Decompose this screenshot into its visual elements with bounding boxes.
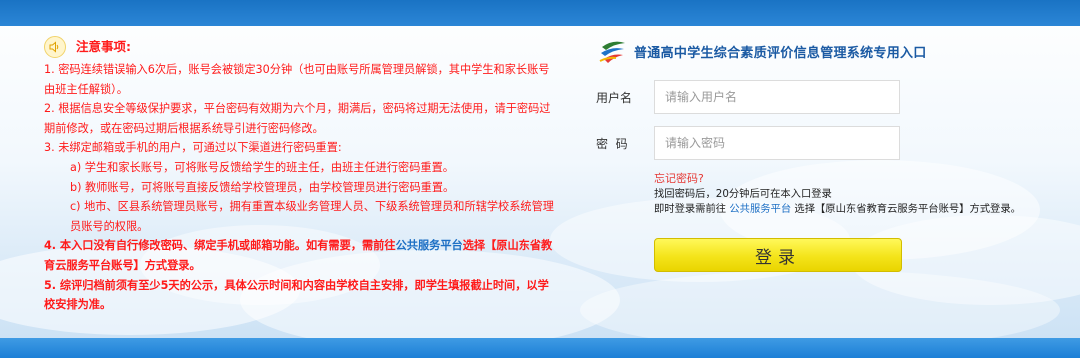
notice-item-5: 5. 综评归档前须有至少5天的公示，具体公示时间和内容由学校自主安排，即学生填报… — [44, 278, 549, 312]
instant-login-tip-post: 选择【原山东省教育云服务平台账号】方式登录。 — [794, 203, 1021, 215]
notice-item-3b: b) 教师账号，可将账号直接反馈给学校管理员，由学校管理员进行密码重置。 — [70, 180, 455, 194]
logo-icon — [599, 41, 625, 63]
login-panel: 普通高中学生综合素质评价信息管理系统专用入口 用户名 密 码 忘记密码? 找回密… — [596, 36, 1066, 272]
instant-login-tip: 即时登录需前往 公共服务平台 选择【原山东省教育云服务平台账号】方式登录。 — [654, 200, 1021, 215]
tip-public-service-link[interactable]: 公共服务平台 — [729, 203, 791, 215]
password-row: 密 码 — [596, 126, 900, 160]
notice-item-3c: c) 地市、区县系统管理员账号，拥有重置本级业务管理人员、下级系统管理员和所辖学… — [70, 200, 554, 233]
notice-item-4-pre: 4. 本入口没有自行修改密码、绑定手机或邮箱功能。如有需要，需前往 — [44, 239, 396, 253]
login-button[interactable]: 登录 — [654, 238, 902, 272]
notice-panel: 注意事项: 1. 密码连续错误输入6次后，账号会被锁定30分钟（也可由账号所属管… — [44, 36, 556, 315]
notice-item-1: 1. 密码连续错误输入6次后，账号会被锁定30分钟（也可由账号所属管理员解锁，其… — [44, 63, 550, 96]
username-row: 用户名 — [596, 80, 900, 114]
system-title: 普通高中学生综合素质评价信息管理系统专用入口 — [634, 45, 927, 61]
speaker-icon — [44, 36, 66, 58]
instant-login-tip-pre: 即时登录需前往 — [654, 203, 727, 215]
top-bar — [0, 0, 1080, 26]
username-label: 用户名 — [596, 90, 633, 105]
notice-item-3: 3. 未绑定邮箱或手机的用户，可通过以下渠道进行密码重置: — [44, 141, 342, 155]
brand-header: 普通高中学生综合素质评价信息管理系统专用入口 — [598, 36, 1066, 66]
bottom-bar — [0, 338, 1080, 358]
notice-item-3a: a) 学生和家长账号，可将账号反馈给学生的班主任，由班主任进行密码重置。 — [70, 160, 454, 174]
notice-title: 注意事项: — [76, 39, 131, 55]
password-label: 密 码 — [596, 136, 628, 151]
public-service-link[interactable]: 公共服务平台 — [396, 239, 463, 252]
username-input[interactable] — [654, 80, 900, 114]
password-input[interactable] — [654, 126, 900, 160]
forgot-password-link[interactable]: 忘记密码? — [654, 170, 704, 186]
recovery-tip: 找回密码后，20分钟后可在本入口登录 — [654, 188, 832, 200]
notice-item-2: 2. 根据信息安全等级保护要求，平台密码有效期为六个月，期满后，密码将过期无法使… — [44, 102, 551, 135]
notice-item-4: 4. 本入口没有自行修改密码、绑定手机或邮箱功能。如有需要，需前往公共服务平台选… — [44, 236, 556, 275]
notice-header: 注意事项: — [44, 36, 556, 58]
